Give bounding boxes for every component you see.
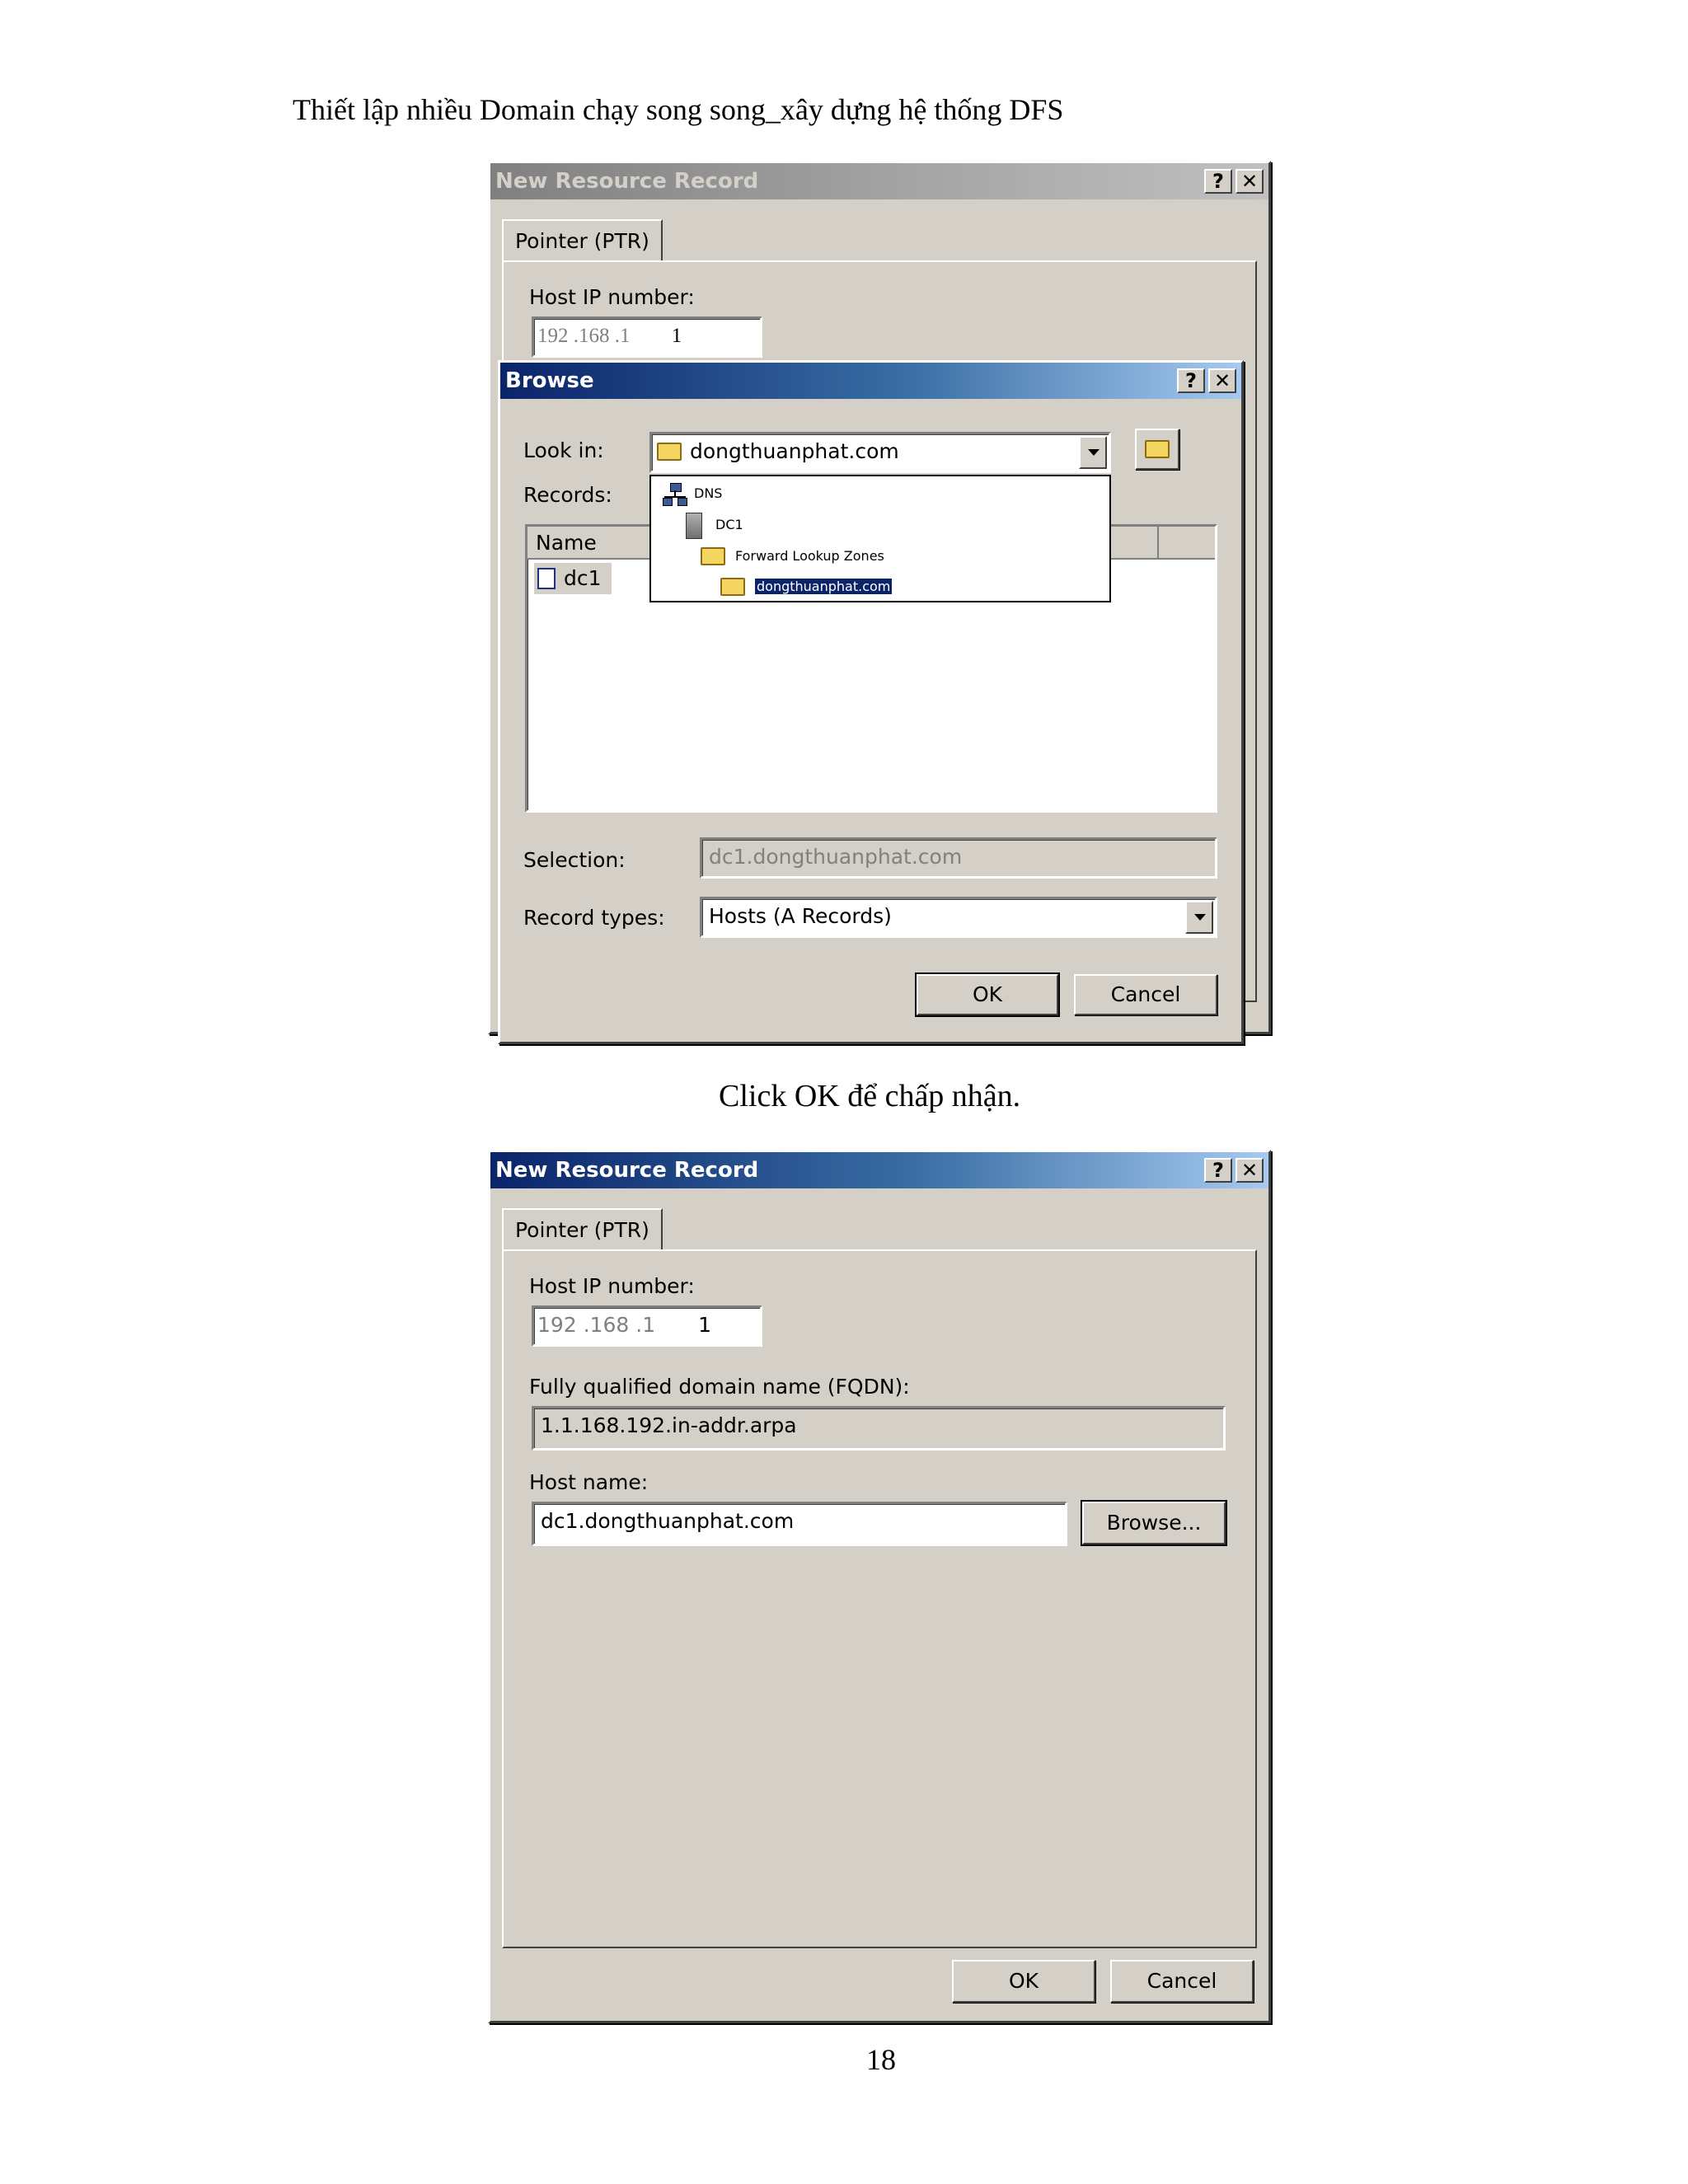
up-folder-icon <box>1145 440 1170 458</box>
chevron-down-icon[interactable] <box>1185 901 1213 934</box>
help-button[interactable]: ? <box>1177 368 1205 393</box>
folder-icon <box>701 547 725 565</box>
dialog-title-text: New Resource Record <box>495 169 759 194</box>
tree-label-zone: dongthuanphat.com <box>753 578 893 595</box>
up-one-level-button[interactable] <box>1135 429 1179 470</box>
column-divider <box>1157 527 1159 558</box>
close-button[interactable]: ✕ <box>1236 1158 1264 1183</box>
host-name-field[interactable]: dc1.dongthuanphat.com <box>532 1502 1067 1546</box>
fqdn-field: 1.1.168.192.in-addr.arpa <box>532 1406 1226 1451</box>
page-number: 18 <box>866 2043 896 2076</box>
record-types-dropdown[interactable]: Hosts (A Records) <box>700 897 1217 938</box>
host-ip-field[interactable]: 192 .168 .1 1 <box>532 1305 762 1347</box>
browse-title-bar: Browse <box>500 363 1241 399</box>
zone-folder-icon <box>720 578 745 596</box>
column-header-name[interactable]: Name <box>528 527 651 560</box>
ip-last-octet[interactable]: 1 <box>698 1313 711 1337</box>
tree-label-forward-lookup-zones: Forward Lookup Zones <box>735 548 884 564</box>
dialog-title-bar: New Resource Record <box>490 1152 1268 1188</box>
tree-item-forward-lookup-zones[interactable]: Forward Lookup Zones <box>697 542 884 570</box>
tree-label-dns: DNS <box>694 485 723 501</box>
help-button[interactable]: ? <box>1204 1158 1232 1183</box>
chevron-down-icon[interactable] <box>1079 436 1107 469</box>
look-in-dropdown-list[interactable]: DNS DC1 Forward Lookup Zones dongthuanph… <box>649 475 1111 602</box>
selection-label: Selection: <box>523 848 626 872</box>
look-in-value: dongthuanphat.com <box>690 439 899 463</box>
zone-folder-icon <box>657 443 682 461</box>
tab-pointer-ptr[interactable]: Pointer (PTR) <box>502 1208 663 1251</box>
records-label: Records: <box>523 483 612 507</box>
tab-panel <box>502 1249 1257 1948</box>
ip-last-octet[interactable]: 1 <box>672 325 682 347</box>
new-resource-record-dialog: New Resource Record ? ✕ Pointer (PTR) Ho… <box>488 1150 1271 2023</box>
page-header: Thiết lập nhiều Domain chạy song song_xâ… <box>293 93 1064 126</box>
cancel-button[interactable]: Cancel <box>1074 974 1217 1015</box>
tree-item-dns[interactable]: DNS <box>659 480 722 508</box>
host-name-label: Host name: <box>529 1470 649 1494</box>
selection-field: dc1.dongthuanphat.com <box>700 837 1217 879</box>
help-button[interactable]: ? <box>1204 169 1232 194</box>
ip-fixed-segments: 192 .168 .1 <box>537 325 631 347</box>
server-icon <box>686 513 702 539</box>
host-ip-label: Host IP number: <box>529 285 695 309</box>
look-in-label: Look in: <box>523 438 604 462</box>
tree-label-dc1: DC1 <box>715 517 743 532</box>
browse-button[interactable]: Browse... <box>1081 1500 1227 1546</box>
host-record-icon <box>537 568 556 589</box>
record-item-label: dc1 <box>564 566 602 590</box>
tree-item-dc1[interactable]: DC1 <box>679 511 743 539</box>
close-button[interactable]: ✕ <box>1236 169 1264 194</box>
browse-title-text: Browse <box>505 368 594 393</box>
ok-button[interactable]: OK <box>952 1960 1095 2003</box>
record-types-label: Record types: <box>523 906 665 930</box>
look-in-dropdown[interactable]: dongthuanphat.com <box>649 432 1111 473</box>
record-types-value: Hosts (A Records) <box>709 904 892 928</box>
ok-button[interactable]: OK <box>915 972 1060 1017</box>
tab-pointer-ptr[interactable]: Pointer (PTR) <box>502 219 663 262</box>
ip-fixed-segments: 192 .168 .1 <box>537 1313 656 1337</box>
close-button[interactable]: ✕ <box>1208 368 1236 393</box>
host-ip-field[interactable]: 192 .168 .1 1 <box>532 316 762 358</box>
cancel-button[interactable]: Cancel <box>1110 1960 1254 2003</box>
host-ip-label: Host IP number: <box>529 1274 695 1298</box>
list-item[interactable]: dc1 <box>534 563 612 594</box>
browse-dialog: Browse ? ✕ Look in: dongthuanphat.com Re… <box>498 360 1244 1044</box>
dialog-title-text: New Resource Record <box>495 1158 759 1183</box>
dns-network-icon <box>663 483 687 506</box>
fqdn-label: Fully qualified domain name (FQDN): <box>529 1375 910 1399</box>
tree-item-zone-selected[interactable]: dongthuanphat.com <box>717 573 893 601</box>
dialog-title: New Resource Record <box>490 163 1268 199</box>
caption: Click OK để chấp nhận. <box>719 1079 1021 1113</box>
